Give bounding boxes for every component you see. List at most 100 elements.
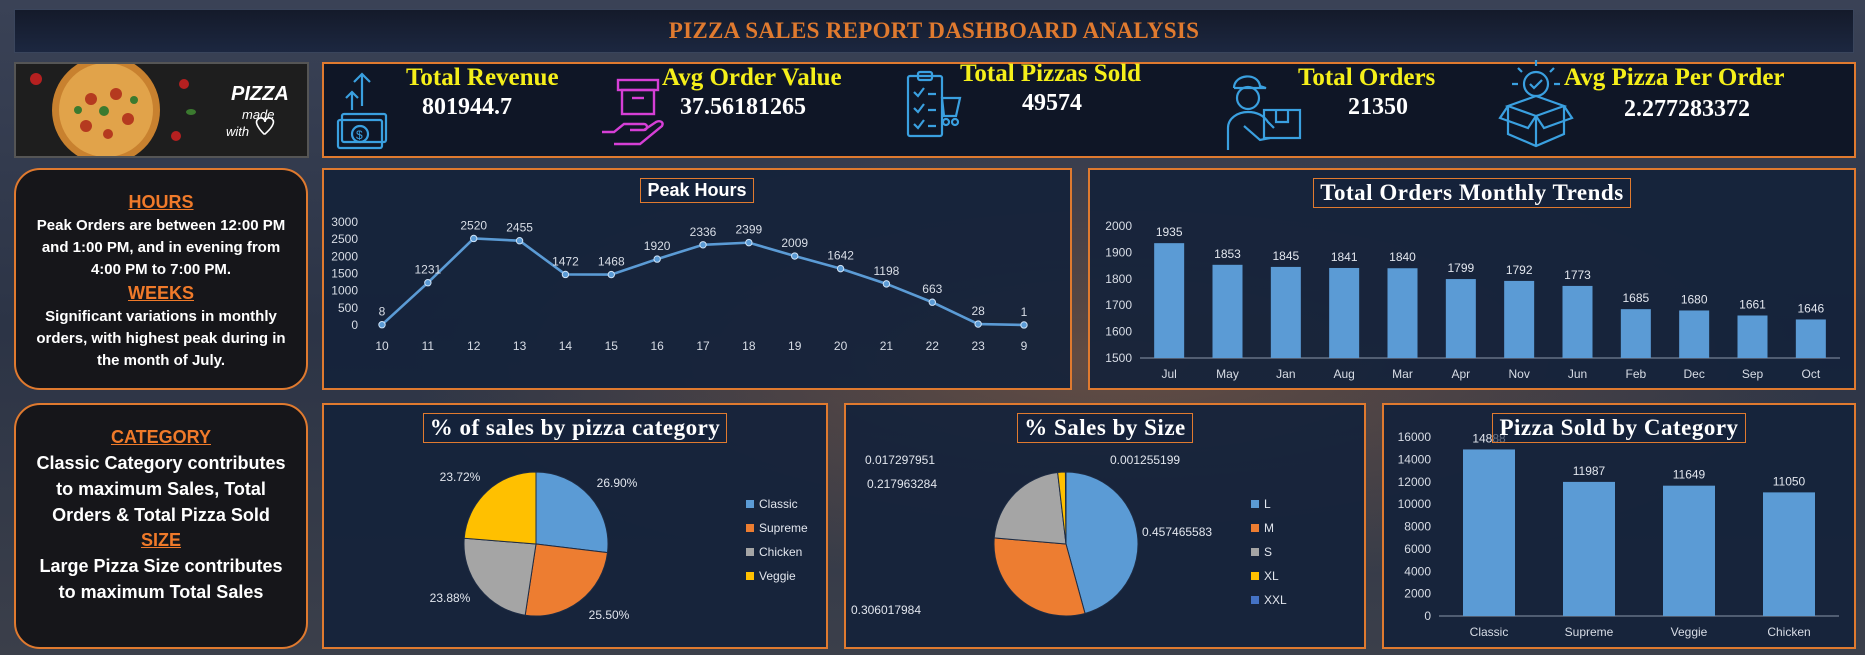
bar	[1663, 485, 1715, 616]
data-label: 1840	[1389, 250, 1416, 264]
data-label: 1853	[1214, 247, 1241, 261]
x-tick-label: 22	[926, 339, 940, 353]
bar	[1329, 267, 1360, 358]
kpi-total-revenue: $ Total Revenue 801944.7	[324, 64, 594, 156]
chart-title: % of sales by pizza category	[422, 413, 728, 443]
logo-banner: PIZZA made with	[14, 62, 309, 158]
x-tick-label: 12	[467, 339, 481, 353]
kpi-avg-order-value: Avg Order Value 37.56181265	[600, 64, 890, 156]
data-point	[974, 320, 982, 328]
legend-label: Supreme	[759, 521, 808, 535]
y-tick-label: 1600	[1105, 325, 1132, 339]
data-label: 1	[1021, 305, 1028, 319]
data-label: 11987	[1573, 464, 1606, 478]
pie-slice	[1064, 471, 1067, 545]
data-label: 25.50%	[589, 608, 630, 622]
bar	[1763, 492, 1815, 616]
legend-label: M	[1264, 521, 1274, 535]
data-point	[378, 321, 386, 329]
chart-title: % Sales by Size	[1017, 413, 1193, 443]
x-tick-label: 19	[788, 339, 802, 353]
x-tick-label: Sep	[1742, 367, 1764, 381]
kpi-strip: $ Total Revenue 801944.7 Avg Order Value…	[322, 60, 1856, 158]
data-point	[607, 270, 615, 279]
y-tick-label: 14000	[1398, 452, 1432, 466]
data-label: 0.217963284	[867, 477, 937, 491]
legend-swatch	[1251, 524, 1259, 532]
x-tick-label: Dec	[1683, 367, 1704, 381]
chart-title: Pizza Sold by Category	[1492, 413, 1746, 443]
svg-text:with: with	[226, 124, 249, 139]
data-label: 1198	[874, 264, 900, 278]
kpi-total-orders: Total Orders 21350	[1214, 64, 1484, 156]
bar	[1737, 315, 1768, 358]
peak-hours-chart: Peak Hours 0 500 1000 1500 2000 2500 3000 8 10 12…	[322, 168, 1072, 390]
data-label: 2520	[460, 218, 487, 232]
chart-title: Total Orders Monthly Trends	[1313, 178, 1631, 208]
monthly-trends-chart: Total Orders Monthly Trends 1500 1600 1700…	[1088, 168, 1856, 390]
data-label: 1468	[598, 255, 625, 269]
y-tick-label: 1000	[331, 284, 358, 298]
bar	[1387, 268, 1418, 358]
data-label: 1661	[1739, 297, 1766, 311]
legend-swatch	[746, 548, 754, 556]
data-point	[791, 252, 799, 260]
x-tick-label: 9	[1021, 339, 1028, 353]
weeks-heading: WEEKS	[127, 283, 194, 303]
data-point	[561, 270, 570, 279]
x-tick-label: May	[1216, 367, 1239, 381]
bar	[1679, 310, 1710, 358]
y-tick-label: 12000	[1398, 475, 1432, 489]
legend-swatch	[1251, 572, 1259, 580]
data-label: 663	[922, 282, 942, 296]
legend-swatch	[746, 572, 754, 580]
x-tick-label: 23	[971, 339, 985, 353]
data-label: 11649	[1673, 468, 1706, 482]
data-label: 1646	[1797, 301, 1824, 315]
x-tick-label: Supreme	[1565, 625, 1614, 639]
hours-text: Peak Orders are between 12:00 PM and 1:0…	[36, 217, 286, 278]
x-tick-label: Nov	[1508, 367, 1529, 381]
x-tick-label: Oct	[1801, 367, 1820, 381]
x-tick-label: Chicken	[1767, 625, 1810, 639]
pie-slice	[993, 471, 1067, 545]
data-point	[882, 280, 891, 288]
y-tick-label: 3000	[331, 215, 358, 229]
kpi-total-pizzas-sold: Total Pizzas Sold 49574	[902, 60, 1192, 156]
x-tick-label: Aug	[1333, 367, 1354, 381]
checklist-icon	[906, 70, 962, 138]
x-tick-label: Mar	[1392, 367, 1413, 381]
y-tick-label: 6000	[1404, 542, 1431, 556]
bar	[1563, 481, 1615, 616]
data-label: 1799	[1447, 261, 1474, 275]
x-tick-label: Classic	[1470, 625, 1509, 639]
data-label: 1920	[644, 239, 671, 253]
x-tick-label: Jun	[1568, 367, 1587, 381]
data-label: 1685	[1622, 291, 1649, 305]
x-tick-label: 18	[742, 339, 756, 353]
kpi-avg-pizza-per-order: Avg Pizza Per Order 2.277283372	[1494, 60, 1854, 156]
x-tick-label: 11	[422, 339, 435, 353]
data-point	[653, 255, 661, 263]
data-label: 1792	[1506, 263, 1533, 277]
svg-text:$: $	[356, 128, 363, 142]
kpi-title: Total Revenue	[406, 64, 559, 91]
data-label: 0.017297951	[865, 453, 935, 467]
hours-heading: HOURS	[128, 192, 194, 212]
kpi-value: 801944.7	[422, 94, 512, 120]
legend-label: S	[1264, 545, 1272, 559]
y-tick-label: 2000	[1404, 587, 1431, 601]
x-tick-label: 21	[880, 339, 894, 353]
y-tick-label: 1500	[331, 267, 358, 281]
data-label: 1935	[1156, 225, 1183, 239]
legend-swatch	[1251, 596, 1259, 604]
sales-by-category-chart: % of sales by pizza category 26.90% 25.50…	[322, 403, 828, 649]
legend-label: Chicken	[759, 545, 802, 559]
hand-box-icon	[602, 78, 664, 146]
y-tick-label: 1700	[1105, 298, 1132, 312]
kpi-value: 2.277283372	[1624, 96, 1750, 122]
chart-title: Peak Hours	[640, 178, 754, 203]
x-tick-label: 20	[834, 339, 848, 353]
pie-slice	[524, 543, 609, 617]
data-point	[1020, 321, 1028, 329]
